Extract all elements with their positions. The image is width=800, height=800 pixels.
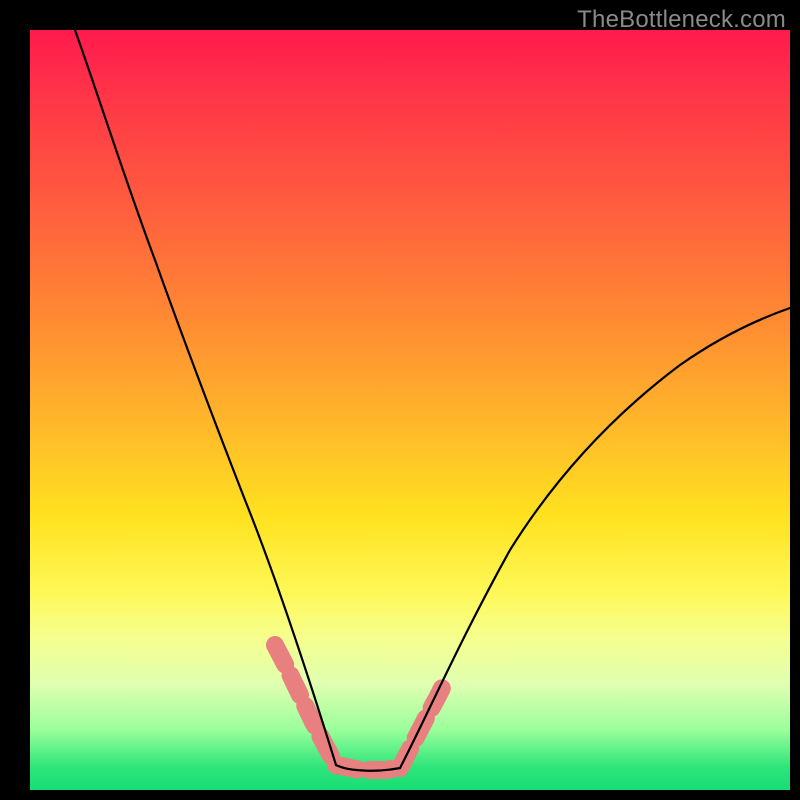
highlight-left-segment xyxy=(275,645,336,765)
chart-frame: TheBottleneck.com xyxy=(0,0,800,800)
curve-svg xyxy=(30,30,790,790)
plot-area xyxy=(30,30,790,790)
curve-left xyxy=(75,30,336,765)
curve-right xyxy=(400,308,790,768)
